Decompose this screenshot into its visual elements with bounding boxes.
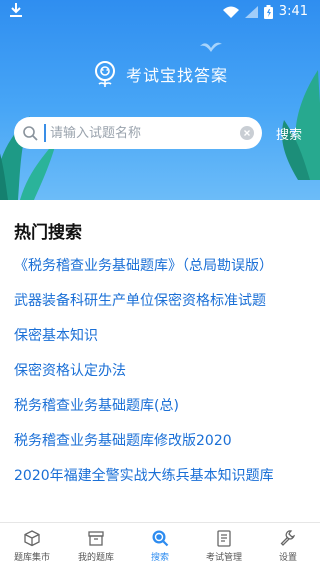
section-title: 热门搜索 bbox=[14, 223, 82, 243]
hot-search-item[interactable]: 保密资格认定办法 bbox=[14, 361, 310, 382]
tab-search[interactable]: 搜索 bbox=[128, 523, 192, 568]
hot-search-item[interactable]: 《税务稽查业务基础题库》（总局勘误版） bbox=[14, 256, 310, 277]
brand: 考试宝找答案 bbox=[0, 60, 320, 88]
bottom-tab-bar: 题库集市 我的题库 搜索 考试管理 设置 bbox=[0, 522, 320, 568]
box-icon bbox=[24, 529, 40, 546]
status-bar: 3:41 bbox=[0, 0, 320, 24]
clear-icon[interactable] bbox=[240, 126, 254, 140]
tab-question-market[interactable]: 题库集市 bbox=[0, 523, 64, 568]
tab-my-questions[interactable]: 我的题库 bbox=[64, 523, 128, 568]
search-box[interactable] bbox=[14, 117, 262, 149]
bird-icon bbox=[200, 42, 222, 52]
tab-exam-management[interactable]: 考试管理 bbox=[192, 523, 256, 568]
search-icon bbox=[23, 126, 38, 141]
tab-label: 我的题库 bbox=[77, 552, 114, 563]
hot-search-section: 热门搜索 《税务稽查业务基础题库》（总局勘误版） 武器装备科研生产单位保密资格标… bbox=[0, 200, 320, 520]
hot-search-item[interactable]: 税务稽查业务基础题库(总) bbox=[14, 396, 310, 417]
hot-search-item[interactable]: 武器装备科研生产单位保密资格标准试题 bbox=[14, 291, 310, 312]
signal-icon bbox=[244, 5, 258, 18]
hot-search-item[interactable]: 税务稽查业务基础题库修改版2020 bbox=[14, 431, 310, 452]
search-icon bbox=[152, 530, 169, 546]
hot-search-item[interactable]: 保密基本知识 bbox=[14, 326, 310, 347]
battery-icon bbox=[263, 4, 273, 19]
wifi-icon bbox=[222, 6, 239, 18]
tab-label: 考试管理 bbox=[205, 552, 242, 563]
tab-label: 题库集市 bbox=[13, 552, 50, 563]
status-time: 3:41 bbox=[278, 4, 308, 19]
tab-settings[interactable]: 设置 bbox=[256, 523, 320, 568]
wrench-icon bbox=[280, 529, 296, 546]
header-banner: 3:41 考试宝找答案 搜索 bbox=[0, 0, 320, 200]
search-button[interactable]: 搜索 bbox=[276, 124, 302, 143]
hot-search-item[interactable]: 2020年福建全警实战大练兵基本知识题库 bbox=[14, 466, 310, 487]
tab-label: 搜索 bbox=[150, 552, 169, 563]
tab-label: 设置 bbox=[278, 552, 297, 563]
search-bar: 搜索 bbox=[14, 117, 310, 149]
archive-icon bbox=[88, 530, 104, 546]
flower-logo-icon bbox=[94, 61, 115, 87]
hot-search-list: 《税务稽查业务基础题库》（总局勘误版） 武器装备科研生产单位保密资格标准试题 保… bbox=[14, 256, 310, 501]
clipboard-icon bbox=[217, 529, 231, 547]
search-input[interactable] bbox=[44, 124, 234, 142]
brand-title: 考试宝找答案 bbox=[125, 66, 228, 85]
download-icon bbox=[10, 3, 22, 17]
